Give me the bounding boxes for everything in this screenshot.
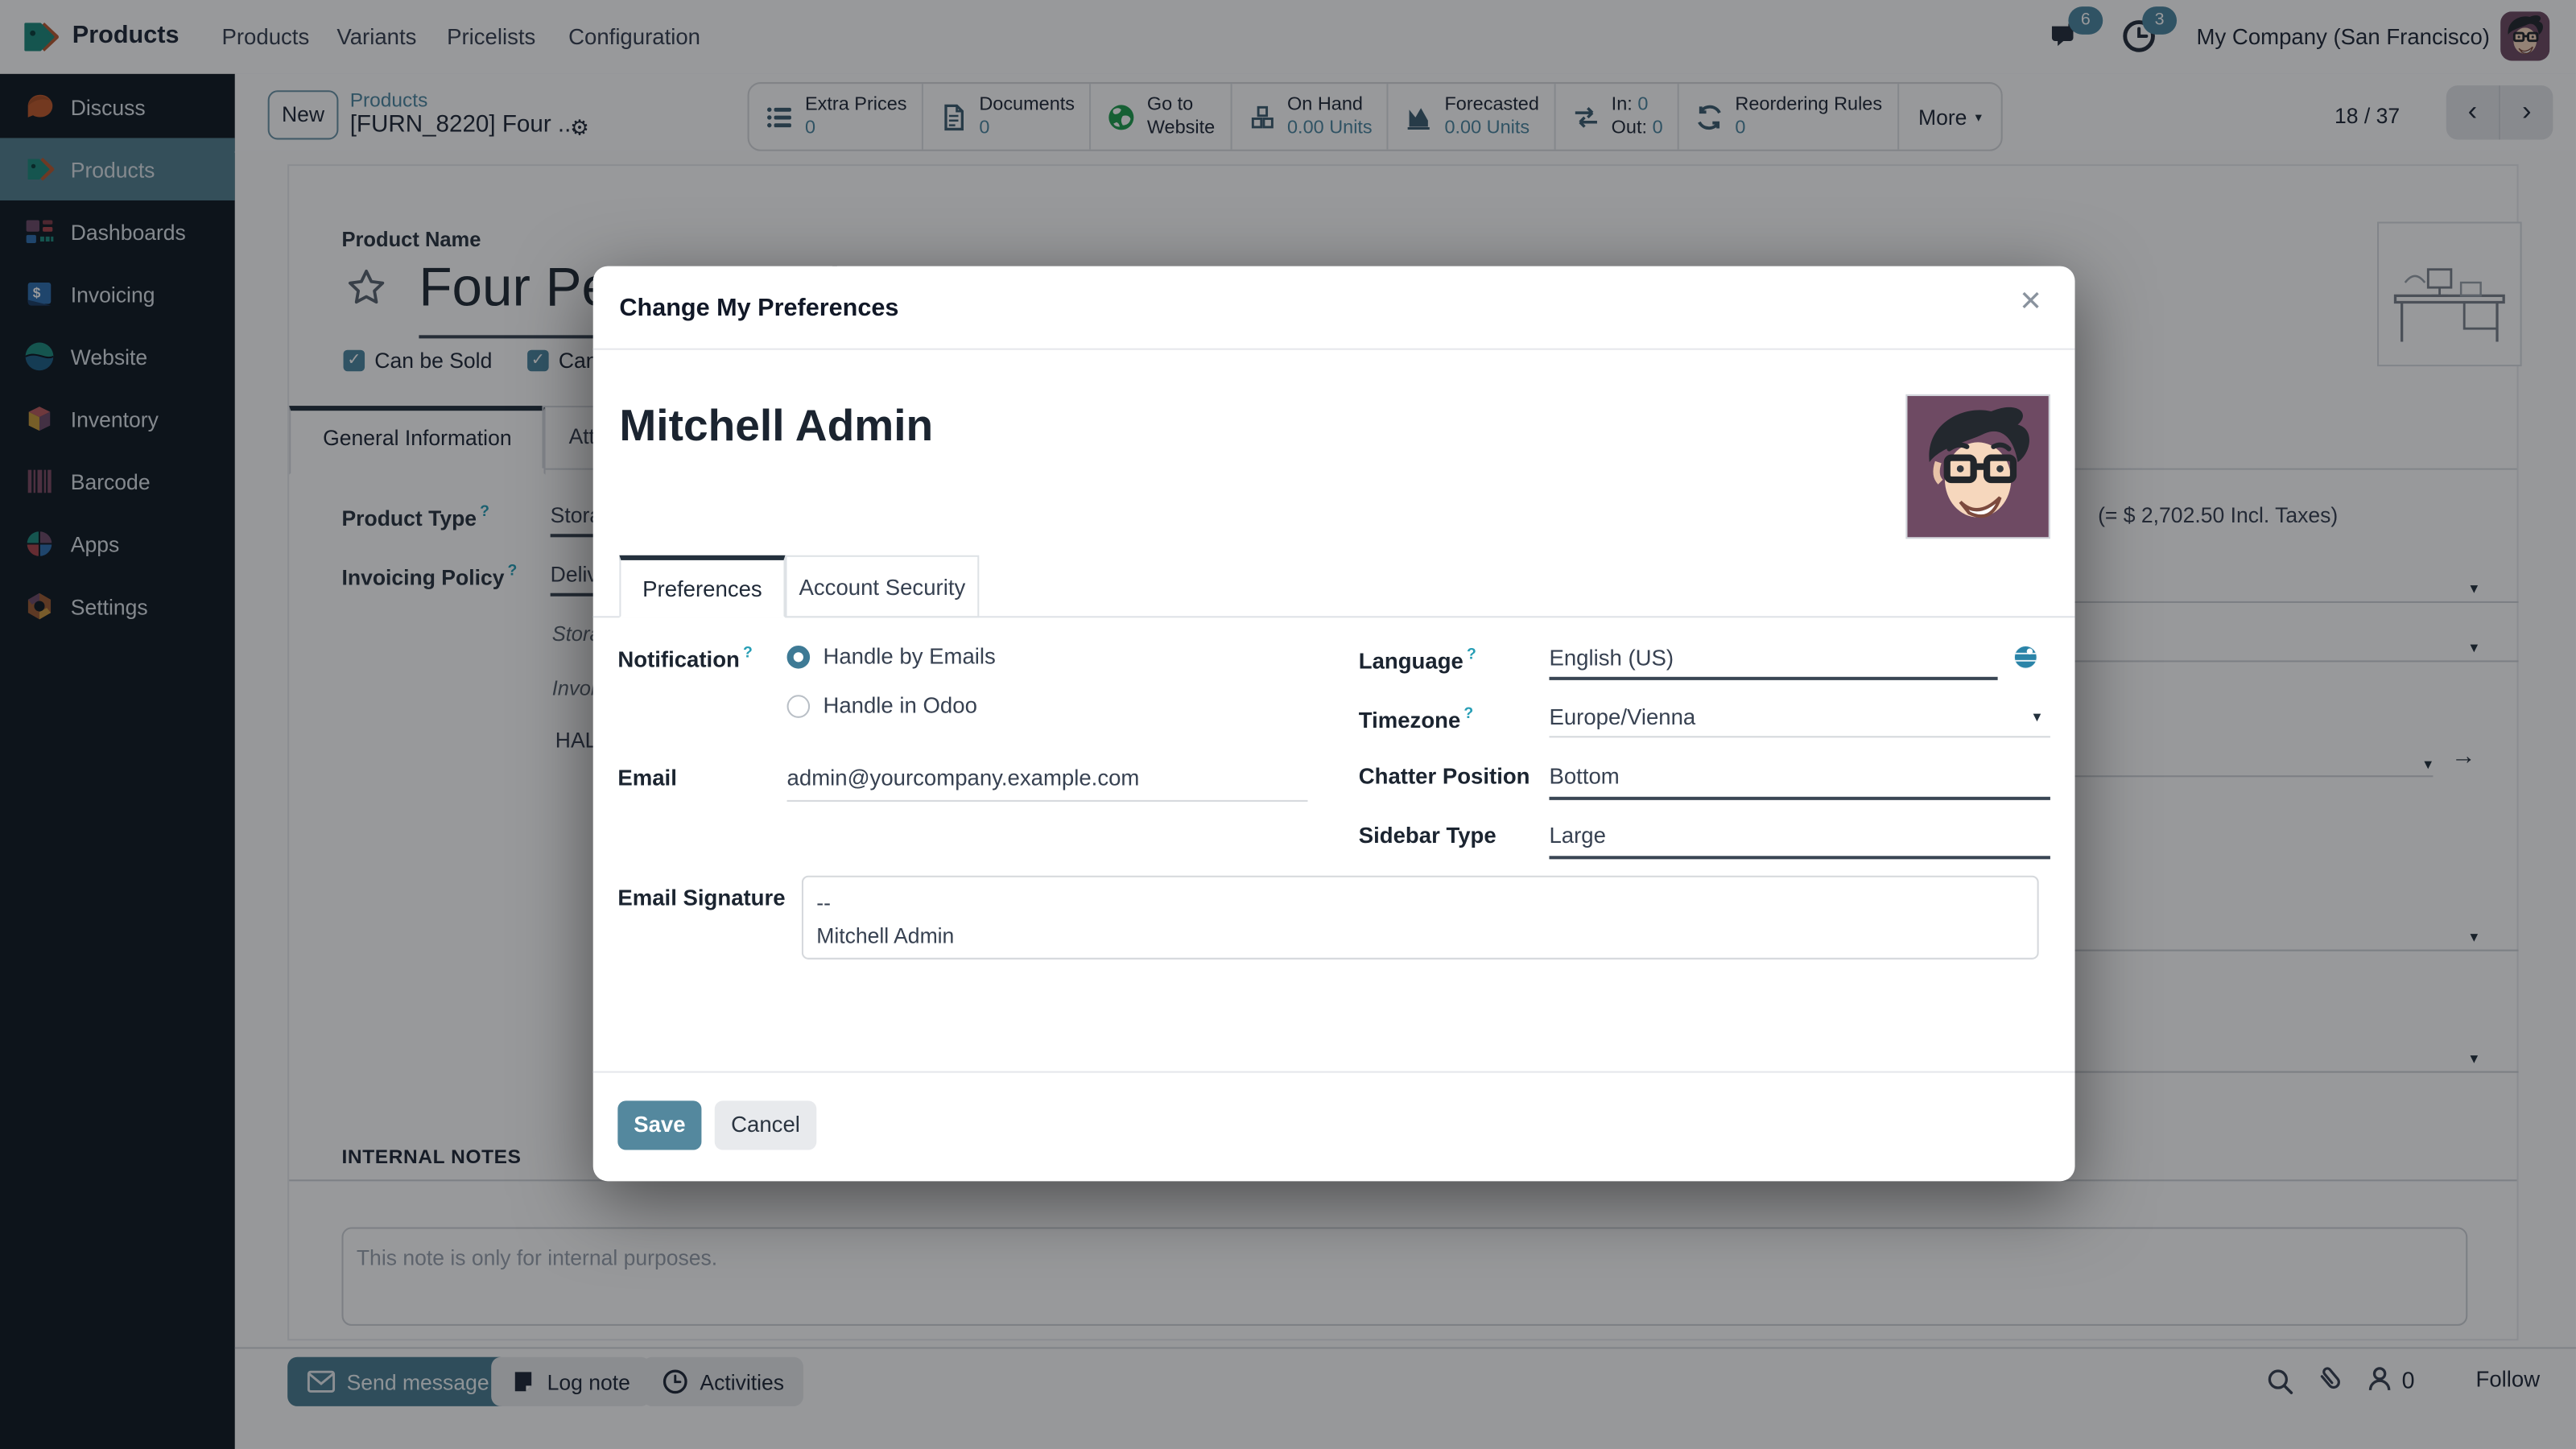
- translate-globe-icon[interactable]: [2013, 644, 2039, 671]
- field-label-text: Notification: [617, 647, 740, 672]
- user-name-heading: Mitchell Admin: [619, 401, 933, 452]
- notification-label: Notification?: [617, 644, 752, 672]
- sidebar-type-input[interactable]: Large: [1549, 823, 1605, 848]
- help-question-mark[interactable]: ?: [1463, 705, 1473, 723]
- cancel-button[interactable]: Cancel: [715, 1100, 817, 1150]
- help-question-mark[interactable]: ?: [1467, 646, 1476, 663]
- email-input[interactable]: admin@yourcompany.example.com: [787, 766, 1140, 791]
- dialog-header-divider: [593, 349, 2075, 350]
- timezone-underline: [1549, 736, 2050, 737]
- screen: Products Products Variants Pricelists Co…: [0, 0, 2576, 1449]
- preferences-dialog: Change My Preferences ✕ Mitchell Admin P…: [593, 266, 2075, 1182]
- email-signature-label: Email Signature: [617, 886, 785, 910]
- dialog-footer-divider: [593, 1071, 2075, 1073]
- tab-preferences[interactable]: Preferences: [619, 555, 785, 618]
- timezone-select[interactable]: Europe/Vienna: [1549, 705, 1695, 730]
- sidebar-type-label: Sidebar Type: [1359, 823, 1496, 848]
- close-icon[interactable]: ✕: [2019, 286, 2042, 319]
- chatter-position-label: Chatter Position: [1359, 764, 1530, 789]
- dropdown-caret-icon[interactable]: ▼: [2030, 710, 2043, 724]
- save-button[interactable]: Save: [617, 1100, 701, 1150]
- timezone-label: Timezone?: [1359, 705, 1474, 733]
- chatter-position-input[interactable]: Bottom: [1549, 764, 1619, 789]
- field-label-text: Timezone: [1359, 708, 1461, 733]
- signature-line: --: [816, 887, 2024, 920]
- email-underline: [787, 800, 1308, 802]
- language-underline: [1549, 677, 1997, 680]
- radio-handle-by-emails[interactable]: [787, 646, 811, 669]
- email-label: Email: [617, 766, 677, 791]
- radio-handle-in-odoo-label[interactable]: Handle in Odoo: [823, 693, 976, 718]
- radio-handle-by-emails-label[interactable]: Handle by Emails: [823, 644, 995, 669]
- user-avatar-large[interactable]: [1905, 394, 2050, 539]
- language-label: Language?: [1359, 646, 1476, 674]
- dialog-title: Change My Preferences: [619, 294, 898, 322]
- field-label-text: Language: [1359, 649, 1463, 674]
- radio-handle-in-odoo[interactable]: [787, 695, 811, 718]
- sidebar-type-underline: [1549, 856, 2050, 859]
- signature-line: Mitchell Admin: [816, 920, 2024, 953]
- help-question-mark[interactable]: ?: [743, 644, 753, 662]
- tab-account-security[interactable]: Account Security: [786, 555, 980, 618]
- language-input[interactable]: English (US): [1549, 646, 1674, 671]
- email-signature-input[interactable]: -- Mitchell Admin: [802, 876, 2039, 960]
- chatter-position-underline: [1549, 797, 2050, 800]
